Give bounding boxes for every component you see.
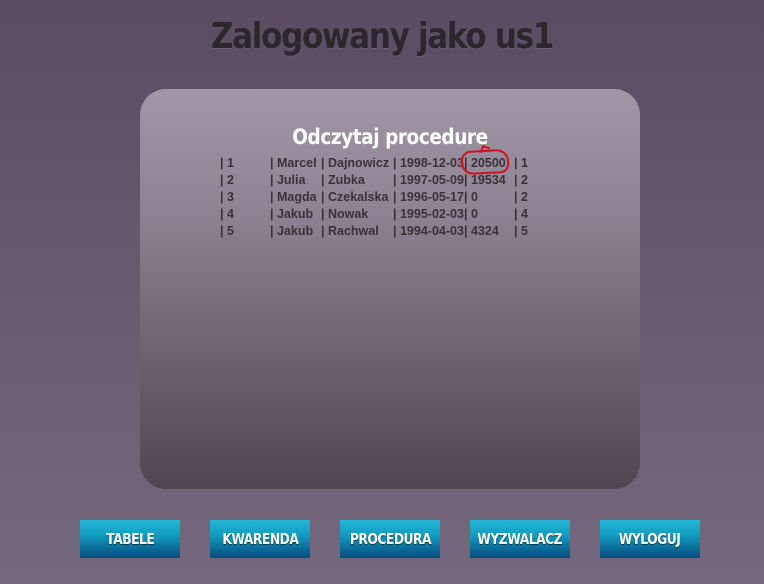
cell-first-name: | Magda (270, 190, 317, 204)
cell-date: | 1998-12-03 (393, 156, 464, 170)
cell-id: | 4 (220, 207, 234, 221)
panel-title: Odczytaj procedure (292, 125, 488, 149)
page-title: Zalogowany jako us1 (211, 16, 554, 57)
cell-first-name: | Julia (270, 173, 306, 187)
cell-first-name: | Marcel (270, 156, 317, 170)
cell-last-name: | Nowak (321, 207, 369, 221)
procedura-button-label: PROCEDURA (349, 530, 431, 548)
table-row: | 1 | Marcel | Dajnowicz | 1998-12-03 | … (220, 144, 534, 176)
cell-value: | 0 (464, 207, 478, 221)
cell-group: | 5 (514, 224, 528, 238)
cell-group: | 2 (514, 173, 528, 187)
table-row: | 2 | Julia | Zubka | 1997-05-09 | 19534… (220, 172, 534, 189)
tabele-button[interactable]: TABELE (80, 520, 180, 558)
cell-last-name: | Zubka (321, 173, 365, 187)
table-row: | 3 | Magda | Czekalska | 1996-05-17 | 0… (220, 189, 534, 206)
wyloguj-button-label: WYLOGUJ (619, 530, 681, 548)
procedura-button[interactable]: PROCEDURA (340, 520, 440, 558)
results-table: | 1 | Marcel | Dajnowicz | 1998-12-03 | … (220, 144, 534, 240)
wyzwalacz-button[interactable]: WYZWALACZ (470, 520, 570, 558)
wyzwalacz-button-label: WYZWALACZ (477, 530, 563, 548)
cell-date: | 1994-04-03 (393, 224, 464, 238)
kwarenda-button[interactable]: KWARENDA (210, 520, 310, 558)
cell-first-name: | Jakub (270, 224, 314, 238)
cell-date: | 1995-02-03 (393, 207, 464, 221)
wyloguj-button[interactable]: WYLOGUJ (600, 520, 700, 558)
cell-first-name: | Jakub (270, 207, 314, 221)
cell-last-name: | Czekalska (321, 190, 389, 204)
cell-date: | 1996-05-17 (393, 190, 464, 204)
cell-value-highlighted: | 20500 (460, 144, 514, 176)
cell-group: | 1 (514, 156, 528, 170)
table-row: | 5 | Jakub | Rachwal | 1994-04-03 | 432… (220, 223, 534, 240)
bottom-nav: TABELE KWARENDA PROCEDURA WYZWALACZ WYLO… (0, 520, 764, 558)
cell-value: | 4324 (464, 224, 499, 238)
cell-id: | 1 (220, 156, 234, 170)
cell-id: | 2 (220, 173, 234, 187)
cell-value: | 0 (464, 190, 478, 204)
cell-last-name: | Rachwal (321, 224, 379, 238)
table-row: | 4 | Jakub | Nowak | 1995-02-03 | 0 | 4 (220, 206, 534, 223)
cell-id: | 3 (220, 190, 234, 204)
kwarenda-button-label: KWARENDA (221, 530, 299, 548)
cell-id: | 5 (220, 224, 234, 238)
cell-date: | 1997-05-09 (393, 173, 464, 187)
content-panel: Odczytaj procedure | 1 | Marcel | Dajnow… (140, 89, 640, 489)
tabele-button-label: TABELE (105, 530, 155, 548)
cell-last-name: | Dajnowicz (321, 156, 390, 170)
cell-group: | 2 (514, 190, 528, 204)
cell-group: | 4 (514, 207, 528, 221)
